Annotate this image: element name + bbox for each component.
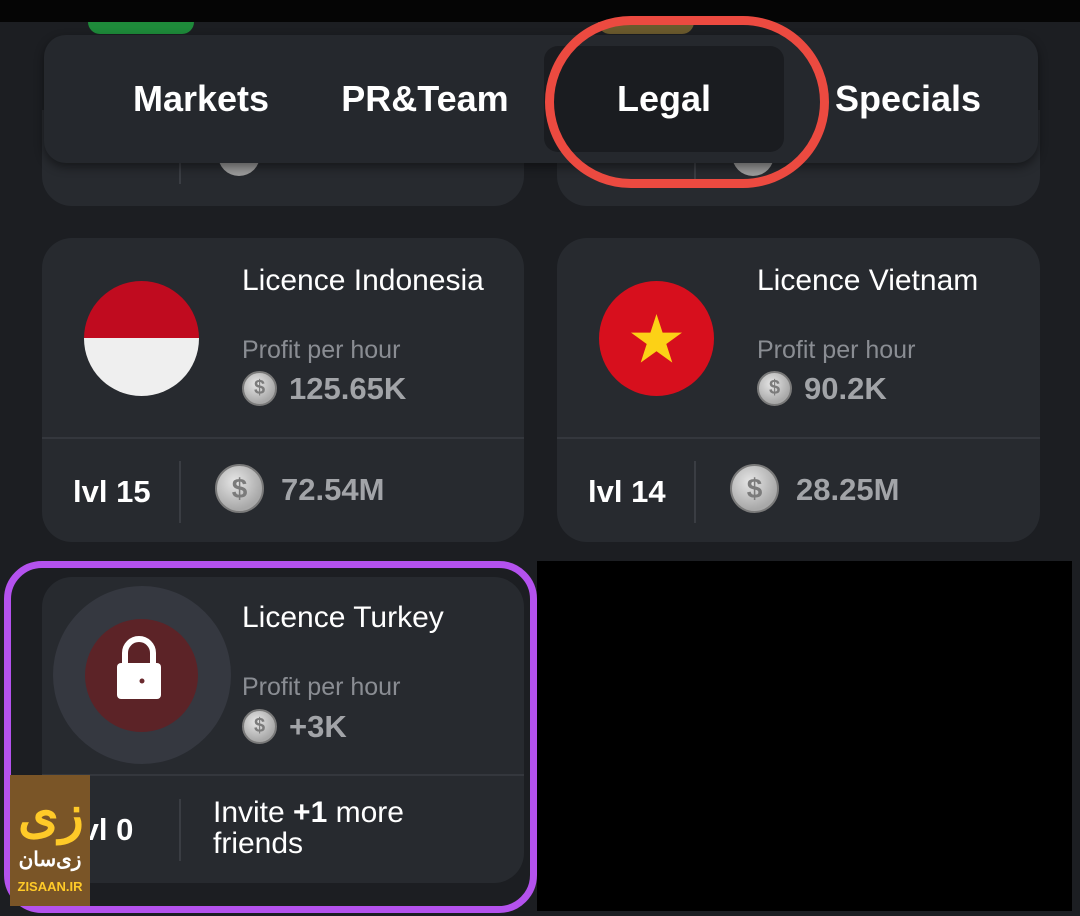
requirement-text: friends: [213, 827, 304, 860]
tab-label: Legal: [616, 78, 712, 119]
watermark-mark: زی: [18, 786, 84, 844]
divider: [42, 437, 524, 439]
vietnam-flag-icon: [599, 281, 714, 396]
star-icon: [631, 314, 682, 363]
tab-label: Specials: [834, 78, 982, 119]
lock-icon: [117, 636, 161, 699]
card-title: Licence Turkey: [242, 601, 444, 634]
profit-value: 90.2K: [804, 371, 887, 406]
tab-pr-team[interactable]: PR&Team: [306, 35, 544, 163]
level-label: lvl 15: [73, 474, 151, 509]
watermark-url: ZISAAN.IR: [17, 879, 83, 894]
card-title: Licence Indonesia: [242, 264, 484, 297]
blank-area: [537, 561, 1072, 911]
divider: [179, 799, 181, 861]
divider: [694, 461, 696, 523]
indonesia-flag-icon: [84, 281, 199, 396]
profit-label: Profit per hour: [242, 673, 401, 701]
watermark-name: زی‌سان: [18, 849, 82, 871]
tab-specials[interactable]: Specials: [814, 35, 1002, 163]
requirement-text: more: [327, 796, 404, 829]
watermark-logo: زی زی‌سان ZISAAN.IR: [10, 775, 90, 906]
upgrade-price: 28.25M: [796, 472, 900, 507]
profit-label: Profit per hour: [757, 336, 916, 364]
tab-label: PR&Team: [341, 78, 509, 119]
category-tab-bar: Markets PR&Team Legal Specials: [44, 35, 1038, 163]
unlock-requirement: Invite +1 more friends: [213, 797, 503, 859]
card-title: Licence Vietnam: [757, 264, 979, 297]
profit-value: 125.65K: [289, 371, 407, 406]
coin-icon: $: [242, 709, 277, 744]
upgrade-card-indonesia[interactable]: Licence Indonesia Profit per hour $ 125.…: [42, 238, 524, 542]
profit-label: Profit per hour: [242, 336, 401, 364]
top-strip: [0, 0, 1080, 22]
divider: [179, 461, 181, 523]
coin-icon: $: [730, 464, 779, 513]
coin-icon: $: [242, 371, 277, 406]
partial-card-image: [88, 22, 194, 34]
profit-value: +3K: [289, 709, 347, 744]
partial-card-image: [598, 22, 694, 34]
upgrade-card-vietnam[interactable]: Licence Vietnam Profit per hour $ 90.2K …: [557, 238, 1040, 542]
requirement-count: +1: [293, 796, 328, 829]
level-label: lvl 14: [588, 474, 666, 509]
tab-label: Markets: [132, 78, 270, 119]
coin-icon: $: [215, 464, 264, 513]
coin-icon: $: [757, 371, 792, 406]
tab-markets[interactable]: Markets: [70, 35, 332, 163]
divider: [42, 774, 524, 776]
upgrade-price: 72.54M: [281, 472, 385, 507]
tab-legal[interactable]: Legal: [544, 35, 784, 163]
divider: [557, 437, 1040, 439]
requirement-text: Invite: [213, 796, 294, 829]
